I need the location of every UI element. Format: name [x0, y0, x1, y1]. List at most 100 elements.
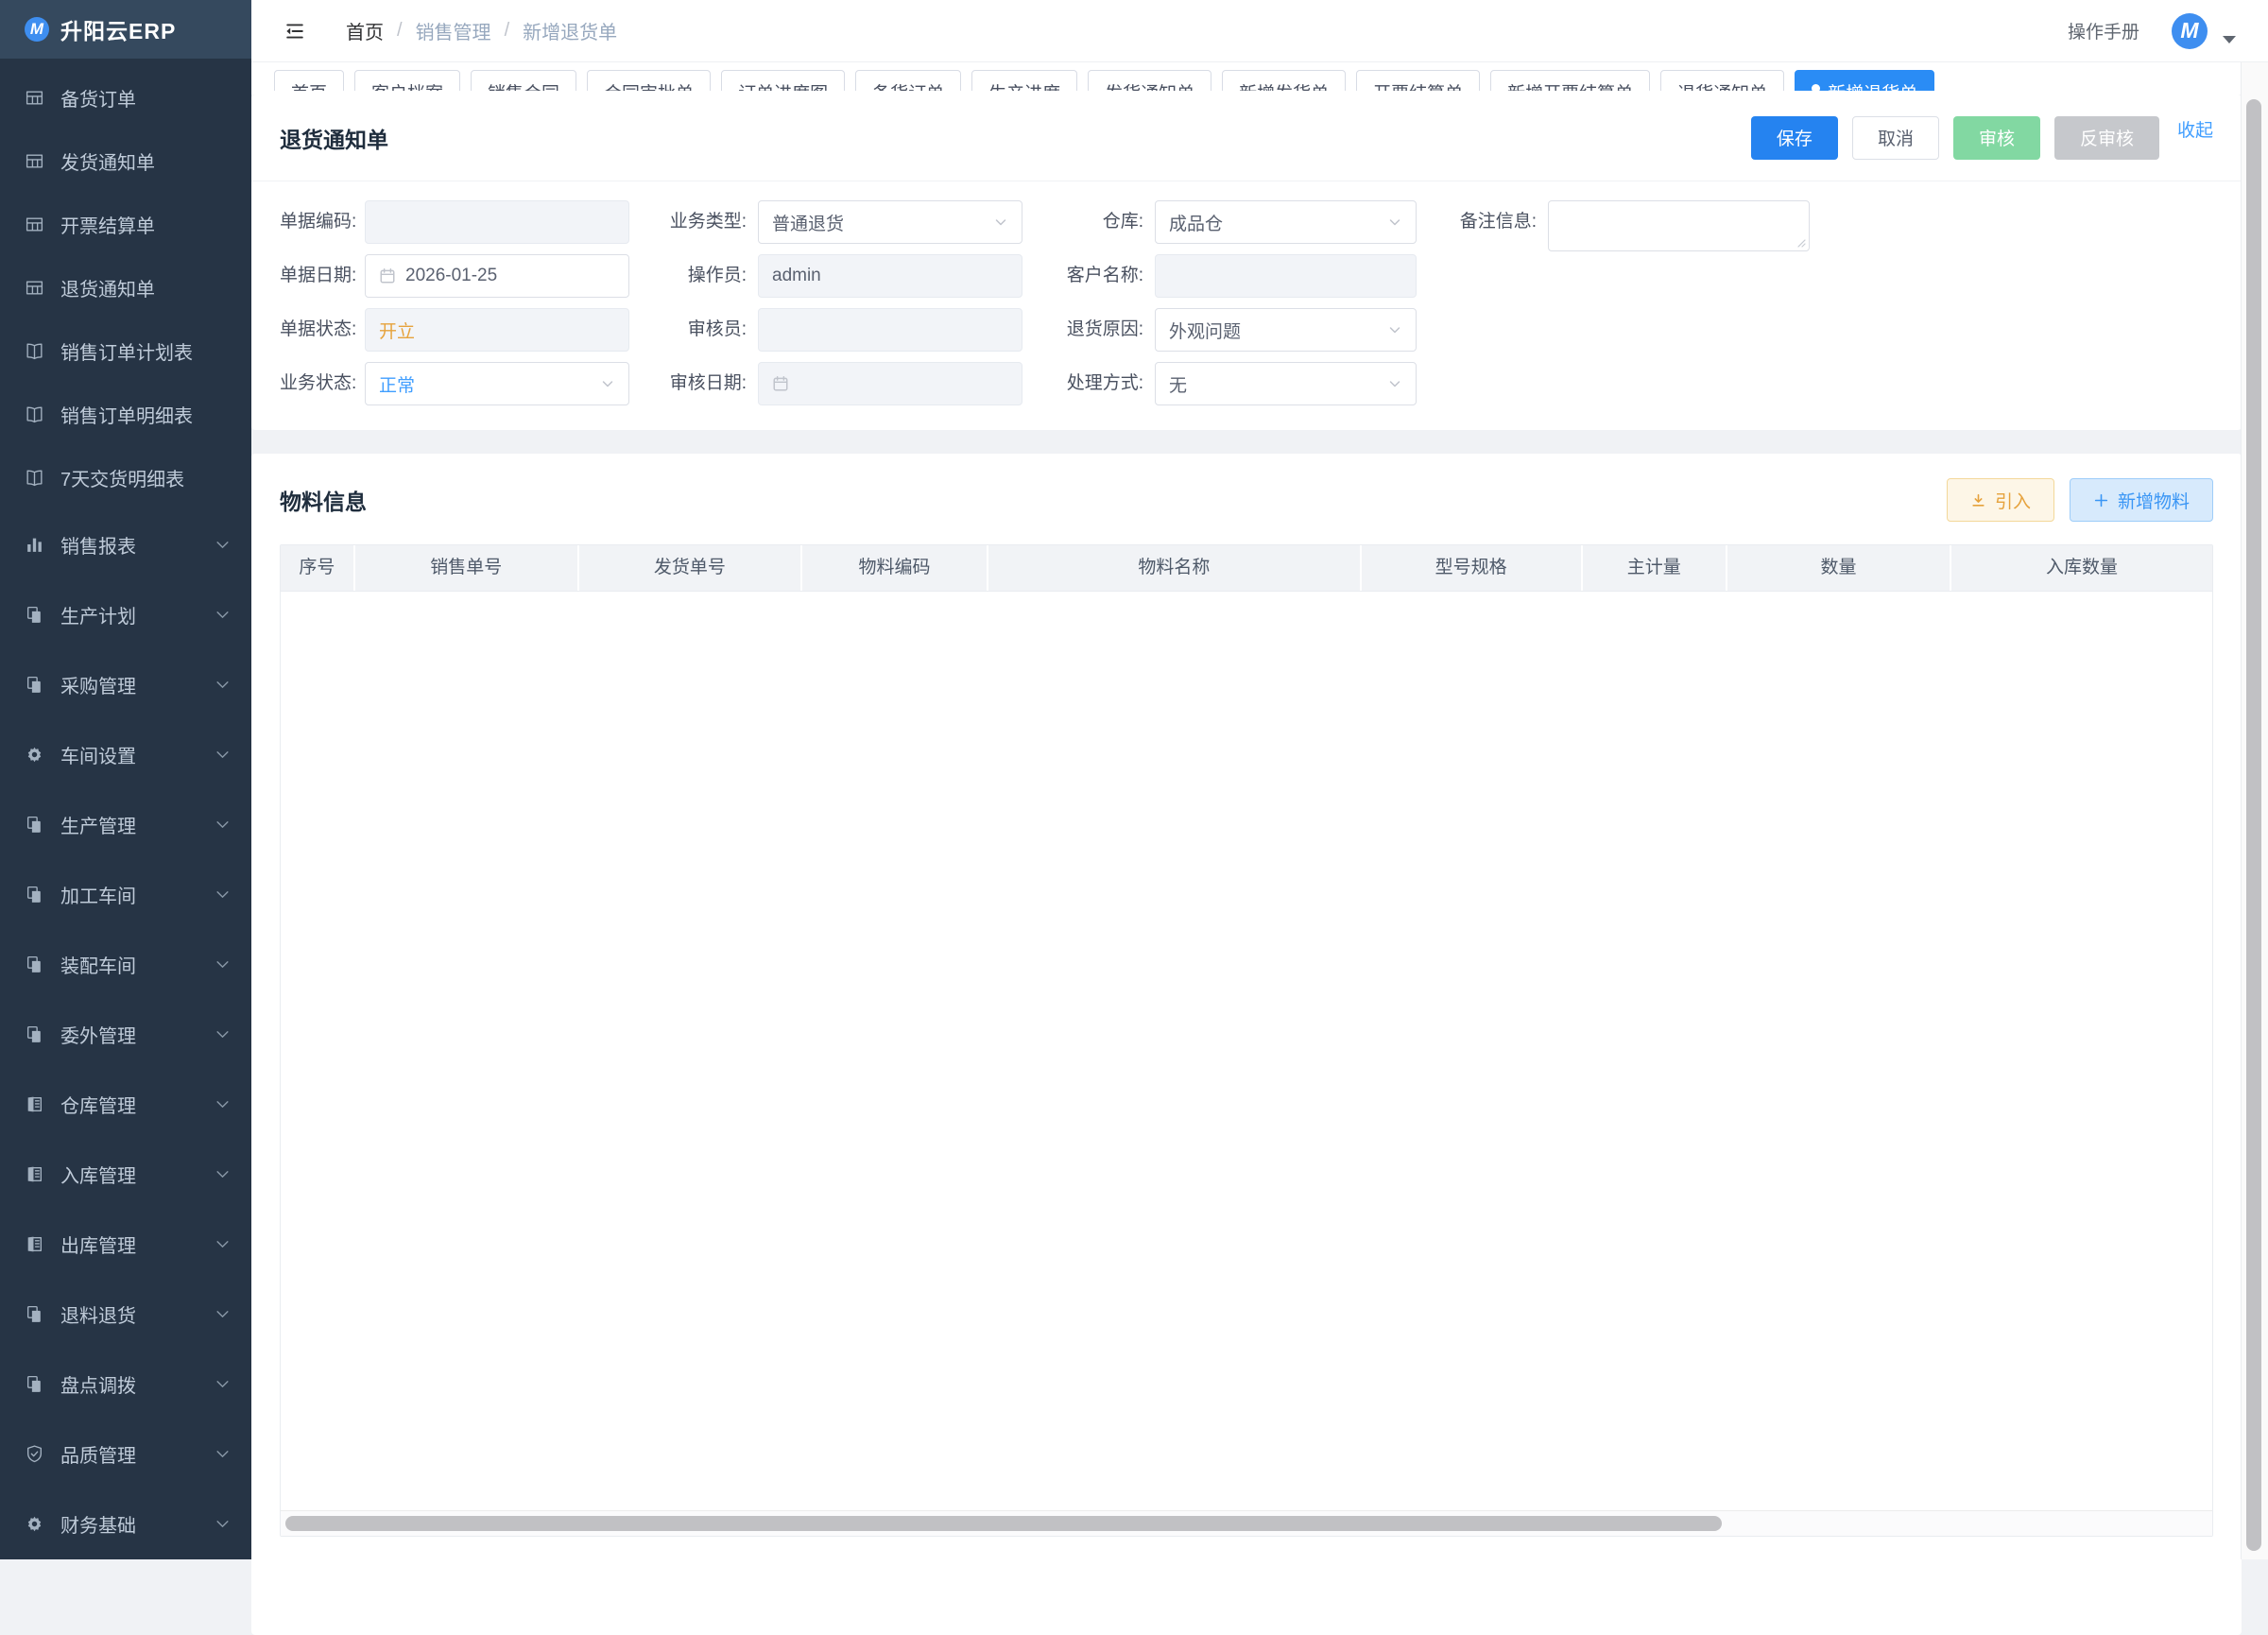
resize-grip-icon[interactable]: [1792, 233, 1807, 249]
col-inbound-qty: 入库数量: [1951, 545, 2212, 591]
horizontal-scrollbar[interactable]: [281, 1510, 2212, 1536]
audit-button[interactable]: 审核: [1953, 116, 2040, 160]
breadcrumb-home[interactable]: 首页: [346, 17, 384, 44]
sidebar: M 升阳云ERP 备货订单 发货通知单 开票结算单 退货通知单 销售订单计划表 …: [0, 0, 251, 1559]
col-quantity: 数量: [1727, 545, 1951, 591]
sidebar-item-outbound-mgmt[interactable]: 出库管理: [0, 1209, 251, 1279]
tab-production-progress[interactable]: 生产进度: [971, 70, 1077, 91]
manual-link[interactable]: 操作手册: [2068, 18, 2139, 43]
return-reason-select[interactable]: 外观问题: [1155, 308, 1417, 352]
tab-contract-approval[interactable]: 合同审批单: [587, 70, 711, 91]
materials-table: 序号 销售单号 发货单号 物料编码 物料名称 型号规格 主计量 数量 入库数量: [280, 544, 2213, 1537]
book-icon: [25, 404, 44, 424]
sidebar-item-production-mgmt[interactable]: 生产管理: [0, 789, 251, 859]
vertical-scrollbar[interactable]: [2241, 62, 2268, 1559]
form-row-3: 单据状态: 开立 审核员: 退货原因: 外观问题: [280, 308, 2213, 352]
user-avatar[interactable]: M: [2172, 13, 2208, 49]
sidebar-item-purchase-mgmt[interactable]: 采购管理: [0, 649, 251, 719]
audit-date-input[interactable]: [758, 362, 1022, 405]
plus-icon: [2093, 492, 2109, 508]
sidebar-nav: 备货订单 发货通知单 开票结算单 退货通知单 销售订单计划表 销售订单明细表 7…: [0, 59, 251, 1558]
chevron-down-icon: [215, 1236, 231, 1252]
tab-order-progress[interactable]: 订单进度图: [721, 70, 845, 91]
sidebar-item-machining-shop[interactable]: 加工车间: [0, 859, 251, 929]
sidebar-item-stock-order[interactable]: 备货订单: [0, 66, 251, 129]
unaudit-button[interactable]: 反审核: [2054, 116, 2159, 160]
sidebar-item-stocktake-transfer[interactable]: 盘点调拨: [0, 1349, 251, 1419]
sidebar-item-inbound-mgmt[interactable]: 入库管理: [0, 1139, 251, 1209]
sidebar-item-outsourcing-mgmt[interactable]: 委外管理: [0, 999, 251, 1069]
tab-customer-file[interactable]: 客户档案: [354, 70, 460, 91]
handle-method-select[interactable]: 无: [1155, 362, 1417, 405]
remark-textarea[interactable]: [1548, 200, 1810, 251]
sidebar-item-sales-detail-report[interactable]: 销售订单明细表: [0, 383, 251, 446]
chevron-down-icon: [215, 956, 231, 972]
breadcrumb-current: 新增退货单: [523, 17, 617, 44]
tab-ship-notice[interactable]: 发货通知单: [1088, 70, 1211, 91]
tab-invoice-settle[interactable]: 开票结算单: [1356, 70, 1480, 91]
vertical-scrollbar-thumb[interactable]: [2246, 99, 2261, 1551]
cancel-button[interactable]: 取消: [1852, 116, 1939, 160]
handle-method-label: 处理方式:: [1022, 362, 1155, 405]
bar-chart-icon: [25, 535, 44, 555]
col-material-name: 物料名称: [988, 545, 1361, 591]
tab-home[interactable]: 首页: [274, 70, 344, 91]
sidebar-item-sales-reports[interactable]: 销售报表: [0, 509, 251, 579]
tags-view-bar: 首页 客户档案 销售合同 合同审批单 订单进度图 备货订单 生产进度 发货通知单…: [251, 62, 2242, 95]
sidebar-item-workshop-settings[interactable]: 车间设置: [0, 719, 251, 789]
audit-date-label: 审核日期:: [629, 362, 758, 405]
tab-new-ship-order[interactable]: 新增发货单: [1222, 70, 1346, 91]
customer-input[interactable]: [1155, 254, 1417, 298]
sidebar-item-finance-basics[interactable]: 财务基础: [0, 1489, 251, 1558]
tab-new-return-order-active[interactable]: 新增退货单: [1795, 70, 1934, 91]
sidebar-item-material-return[interactable]: 退料退货: [0, 1279, 251, 1349]
import-button[interactable]: 引入: [1947, 478, 2054, 522]
topbar: 首页 / 销售管理 / 新增退货单 操作手册 M: [251, 0, 2268, 62]
copy-icon: [25, 675, 44, 695]
menu-fold-icon[interactable]: [284, 20, 306, 43]
breadcrumb-sales-mgmt[interactable]: 销售管理: [416, 17, 491, 44]
tab-new-invoice-settle[interactable]: 新增开票结算单: [1490, 70, 1650, 91]
sidebar-item-quality-mgmt[interactable]: 品质管理: [0, 1419, 251, 1489]
tab-return-notice[interactable]: 退货通知单: [1660, 70, 1784, 91]
chevron-down-icon: [215, 747, 231, 763]
table-body-empty: [281, 592, 2212, 1513]
caret-down-icon[interactable]: [2223, 36, 2236, 43]
operator-input[interactable]: admin: [758, 254, 1022, 298]
calendar-icon: [379, 267, 396, 284]
notebook-icon: [25, 1094, 44, 1114]
sidebar-item-sales-plan-report[interactable]: 销售订单计划表: [0, 319, 251, 383]
sidebar-item-7day-delivery-report[interactable]: 7天交货明细表: [0, 446, 251, 509]
collapse-link[interactable]: 收起: [2177, 116, 2213, 142]
warehouse-select[interactable]: 成品仓: [1155, 200, 1417, 244]
main-content: 首页 / 销售管理 / 新增退货单 操作手册 M 首页 客户档案 销售合同 合同…: [251, 0, 2268, 1559]
biz-status-label: 业务状态:: [280, 362, 365, 405]
return-reason-label: 退货原因:: [1022, 308, 1155, 352]
copy-icon: [25, 885, 44, 904]
warehouse-label: 仓库:: [1022, 200, 1155, 244]
sidebar-item-ship-notice[interactable]: 发货通知单: [0, 129, 251, 193]
chevron-down-icon: [993, 215, 1008, 230]
auditor-input[interactable]: [758, 308, 1022, 352]
tab-stock-order[interactable]: 备货订单: [855, 70, 961, 91]
doc-code-input[interactable]: [365, 200, 629, 244]
doc-date-input[interactable]: 2026-01-25: [365, 254, 629, 298]
sidebar-item-warehouse-mgmt[interactable]: 仓库管理: [0, 1069, 251, 1139]
sidebar-item-production-plan[interactable]: 生产计划: [0, 579, 251, 649]
table-icon: [25, 88, 44, 108]
active-tab-dot-icon: [1812, 84, 1820, 91]
biz-status-select[interactable]: 正常: [365, 362, 629, 405]
sidebar-item-assembly-shop[interactable]: 装配车间: [0, 929, 251, 999]
download-icon: [1970, 492, 1986, 508]
chevron-down-icon: [600, 376, 615, 391]
form-card-header: 退货通知单 保存 取消 审核 反审核 收起: [251, 95, 2242, 181]
tab-sales-contract[interactable]: 销售合同: [471, 70, 576, 91]
sidebar-item-invoice-settle[interactable]: 开票结算单: [0, 193, 251, 256]
doc-status-input[interactable]: 开立: [365, 308, 629, 352]
horizontal-scrollbar-thumb[interactable]: [285, 1516, 1722, 1531]
sidebar-item-return-notice[interactable]: 退货通知单: [0, 256, 251, 319]
add-material-button[interactable]: 新增物料: [2070, 478, 2213, 522]
remark-label: 备注信息:: [1417, 200, 1548, 244]
save-button[interactable]: 保存: [1751, 116, 1838, 160]
biz-type-select[interactable]: 普通退货: [758, 200, 1022, 244]
